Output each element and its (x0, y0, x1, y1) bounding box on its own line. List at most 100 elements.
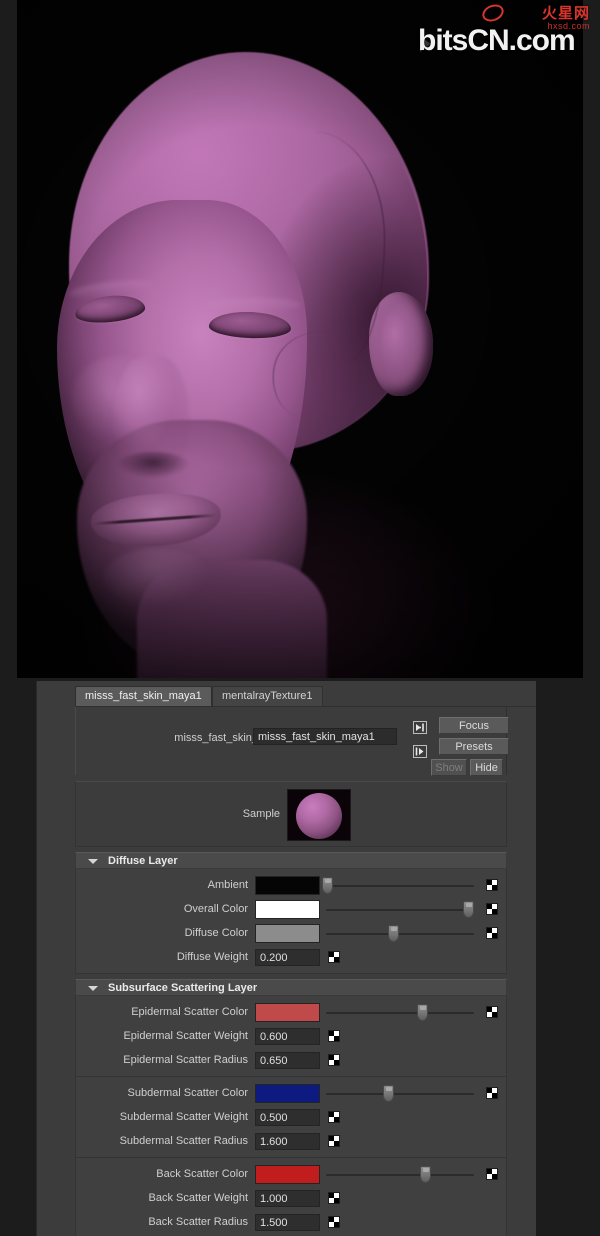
section-title: Subsurface Scattering Layer (108, 982, 258, 994)
attribute-group: Back Scatter Color Back Scatter Weight 1.0… (76, 1158, 506, 1236)
focus-button[interactable]: Focus (439, 717, 509, 734)
watermark-sub-cn: 火星网 (541, 5, 590, 22)
attribute-row-epidermal-scatter-weight: Epidermal Scatter Weight 0.600 (76, 1024, 506, 1048)
attribute-row-overall-color: Overall Color (76, 897, 506, 921)
go-to-output-connection-icon[interactable] (413, 745, 427, 758)
number-input-back-scatter-weight[interactable]: 1.000 (255, 1190, 320, 1207)
attribute-label: Overall Color (183, 903, 248, 915)
map-button-ambient[interactable] (486, 879, 498, 891)
map-button-subdermal-scatter-color[interactable] (486, 1087, 498, 1099)
number-input-subdermal-scatter-radius[interactable]: 1.600 (255, 1133, 320, 1150)
attribute-row-ambient: Ambient (76, 873, 506, 897)
slider-diffuse-color[interactable] (326, 925, 474, 942)
attribute-label: Epidermal Scatter Color (131, 1006, 248, 1018)
attribute-label: Subdermal Scatter Weight (119, 1111, 248, 1123)
presets-button[interactable]: Presets (439, 738, 509, 755)
color-swatch-subdermal-scatter-color[interactable] (255, 1084, 320, 1103)
show-button[interactable]: Show (431, 759, 467, 776)
slider-handle[interactable] (322, 877, 334, 894)
number-input-subdermal-scatter-weight[interactable]: 0.500 (255, 1109, 320, 1126)
chevron-down-icon[interactable] (88, 986, 98, 991)
color-swatch-ambient[interactable] (255, 876, 320, 895)
sample-block: Sample (75, 781, 507, 847)
sample-sphere (296, 793, 342, 839)
map-button-back-scatter-weight[interactable] (328, 1192, 340, 1204)
head-skull-seam (255, 132, 385, 362)
section-body-subsurface-scattering-layer: Epidermal Scatter Color Epidermal Scatter… (75, 996, 507, 1236)
color-swatch-epidermal-scatter-color[interactable] (255, 1003, 320, 1022)
attribute-label: Back Scatter Color (156, 1168, 248, 1180)
app-root: 火星网 hxsd.com bitsCN.com misss_fast_skin_… (0, 0, 600, 1236)
tab-bar: misss_fast_skin_maya1 mentalrayTexture1 (75, 686, 536, 706)
map-button-back-scatter-color[interactable] (486, 1168, 498, 1180)
section-header-diffuse-layer[interactable]: Diffuse Layer (75, 852, 507, 869)
attribute-row-back-scatter-weight: Back Scatter Weight 1.000 (76, 1186, 506, 1210)
map-button-epidermal-scatter-weight[interactable] (328, 1030, 340, 1042)
attribute-label: Ambient (207, 879, 248, 891)
section-header-subsurface-scattering-layer[interactable]: Subsurface Scattering Layer (75, 979, 507, 996)
number-input-epidermal-scatter-radius[interactable]: 0.650 (255, 1052, 320, 1069)
number-input-diffuse-weight[interactable]: 0.200 (255, 949, 320, 966)
attribute-row-epidermal-scatter-radius: Epidermal Scatter Radius 0.650 (76, 1048, 506, 1072)
watermark: 火星网 hxsd.com bitsCN.com (418, 1, 590, 57)
slider-handle[interactable] (387, 925, 399, 942)
map-button-epidermal-scatter-radius[interactable] (328, 1054, 340, 1066)
map-button-back-scatter-radius[interactable] (328, 1216, 340, 1228)
map-button-overall-color[interactable] (486, 903, 498, 915)
attribute-label: Subdermal Scatter Radius (119, 1135, 248, 1147)
slider-epidermal-scatter-color[interactable] (326, 1004, 474, 1021)
color-swatch-overall-color[interactable] (255, 900, 320, 919)
attribute-row-back-scatter-color: Back Scatter Color (76, 1162, 506, 1186)
slider-overall-color[interactable] (326, 901, 475, 918)
sample-swatch[interactable] (287, 789, 351, 841)
slider-handle[interactable] (383, 1085, 395, 1102)
slider-handle[interactable] (420, 1166, 432, 1183)
slider-handle[interactable] (417, 1004, 429, 1021)
section-body-diffuse-layer: Ambient Overall Color Diffuse Color Diffuse… (75, 869, 507, 974)
attribute-row-diffuse-weight: Diffuse Weight 0.200 (76, 945, 506, 969)
render-viewport (17, 0, 583, 678)
slider-ambient[interactable] (322, 877, 474, 894)
attribute-row-back-scatter-radius: Back Scatter Radius 1.500 (76, 1210, 506, 1234)
chevron-down-icon[interactable] (88, 859, 98, 864)
attribute-label: Subdermal Scatter Color (127, 1087, 248, 1099)
slider-subdermal-scatter-color[interactable] (326, 1085, 474, 1102)
attribute-row-subdermal-scatter-weight: Subdermal Scatter Weight 0.500 (76, 1105, 506, 1129)
attribute-sections: Diffuse Layer Ambient Overall Color Diffuse… (45, 852, 536, 1236)
head-nostril-shadow (117, 452, 189, 478)
sample-label: Sample (242, 808, 280, 820)
slider-handle[interactable] (463, 901, 475, 918)
attribute-editor-panel: misss_fast_skin_maya1 mentalrayTexture1 … (36, 681, 536, 1236)
slider-back-scatter-color[interactable] (326, 1166, 474, 1183)
tab-mentalray-texture1[interactable]: mentalrayTexture1 (212, 686, 323, 706)
number-input-back-scatter-radius[interactable]: 1.500 (255, 1214, 320, 1231)
attribute-group: Epidermal Scatter Color Epidermal Scatter… (76, 996, 506, 1077)
attribute-row-diffuse-color: Diffuse Color (76, 921, 506, 945)
map-button-diffuse-color[interactable] (486, 927, 498, 939)
map-button-diffuse-weight[interactable] (328, 951, 340, 963)
color-swatch-back-scatter-color[interactable] (255, 1165, 320, 1184)
attribute-label: Back Scatter Weight (148, 1192, 248, 1204)
attribute-label: Back Scatter Radius (148, 1216, 248, 1228)
go-to-input-connection-icon[interactable] (413, 721, 427, 734)
map-button-epidermal-scatter-color[interactable] (486, 1006, 498, 1018)
attribute-group: Ambient Overall Color Diffuse Color Diffuse… (76, 869, 506, 973)
attribute-group: Subdermal Scatter Color Subdermal Scatter… (76, 1077, 506, 1158)
attribute-label: Diffuse Color (184, 927, 248, 939)
attribute-row-subdermal-scatter-radius: Subdermal Scatter Radius 1.600 (76, 1129, 506, 1153)
head-model-render (17, 0, 583, 678)
node-name-block: misss_fast_skin_maya: misss_fast_skin_ma… (75, 707, 509, 776)
hide-button[interactable]: Hide (470, 759, 503, 776)
map-button-subdermal-scatter-weight[interactable] (328, 1111, 340, 1123)
watermark-main-text: bitsCN.com (418, 24, 576, 57)
node-name-input[interactable]: misss_fast_skin_maya1 (253, 728, 397, 745)
tab-misss-fast-skin-maya1[interactable]: misss_fast_skin_maya1 (75, 686, 212, 706)
head-chin (103, 548, 211, 608)
map-button-subdermal-scatter-radius[interactable] (328, 1135, 340, 1147)
color-swatch-diffuse-color[interactable] (255, 924, 320, 943)
section-title: Diffuse Layer (108, 855, 178, 867)
attribute-label: Epidermal Scatter Radius (123, 1054, 248, 1066)
attribute-editor-content: misss_fast_skin_maya1 mentalrayTexture1 … (45, 681, 536, 1236)
attribute-row-subdermal-scatter-color: Subdermal Scatter Color (76, 1081, 506, 1105)
number-input-epidermal-scatter-weight[interactable]: 0.600 (255, 1028, 320, 1045)
